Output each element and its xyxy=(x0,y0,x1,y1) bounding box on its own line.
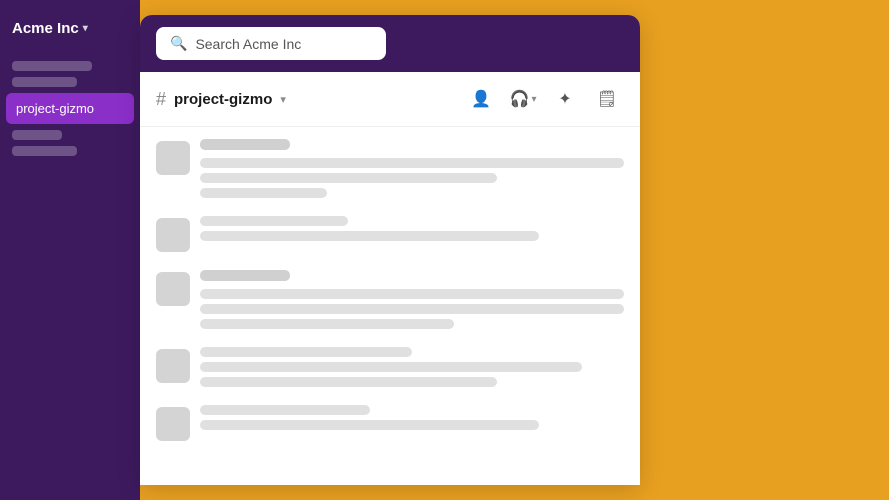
search-placeholder: Search Acme Inc xyxy=(195,36,301,52)
skeleton-line xyxy=(200,231,539,241)
avatar xyxy=(156,407,190,441)
skeleton-line xyxy=(200,188,327,198)
skeleton-name xyxy=(200,270,290,281)
skeleton-line xyxy=(200,158,624,168)
message-content xyxy=(200,347,624,387)
skeleton-line xyxy=(200,405,370,415)
skeleton-line xyxy=(200,319,454,329)
channel-hash-icon: # xyxy=(156,89,166,110)
skeleton-line xyxy=(200,420,539,430)
sparkle-button[interactable]: ✦ xyxy=(548,82,582,116)
skeleton-name xyxy=(200,139,290,150)
message-group xyxy=(156,216,624,252)
person-button[interactable]: 👤 xyxy=(464,82,498,116)
skeleton-line xyxy=(200,173,497,183)
avatar xyxy=(156,218,190,252)
channel-header: # project-gizmo ▾ 👤 🎧 ▾ ✦ 🗒 xyxy=(140,72,640,127)
sidebar-item-threads[interactable] xyxy=(12,77,77,87)
workspace-label: Acme Inc xyxy=(12,20,79,37)
channel-name: project-gizmo xyxy=(174,91,272,108)
sidebar-item-random[interactable] xyxy=(12,146,77,156)
search-input-wrap[interactable]: 🔍 Search Acme Inc xyxy=(156,27,386,60)
huddle-icon: 🎧 xyxy=(510,89,530,109)
skeleton-line xyxy=(200,347,412,357)
sidebar-item-project-gizmo[interactable]: project-gizmo xyxy=(6,93,134,124)
message-list[interactable] xyxy=(140,127,640,485)
sidebar: Acme Inc ▾ project-gizmo xyxy=(0,0,140,500)
huddle-chevron-icon: ▾ xyxy=(531,94,536,105)
skeleton-line xyxy=(200,304,624,314)
message-content xyxy=(200,405,624,430)
main-panel: 🔍 Search Acme Inc # project-gizmo ▾ 👤 🎧 … xyxy=(140,15,640,485)
canvas-icon: 🗒 xyxy=(597,89,617,109)
search-bar: 🔍 Search Acme Inc xyxy=(140,15,640,72)
sidebar-nav: project-gizmo xyxy=(0,49,140,168)
message-content xyxy=(200,270,624,329)
skeleton-line xyxy=(200,377,497,387)
person-icon: 👤 xyxy=(471,89,491,109)
message-content xyxy=(200,139,624,198)
avatar xyxy=(156,272,190,306)
message-group xyxy=(156,270,624,329)
huddle-button[interactable]: 🎧 ▾ xyxy=(506,82,540,116)
canvas-button[interactable]: 🗒 xyxy=(590,82,624,116)
skeleton-line xyxy=(200,289,624,299)
skeleton-line xyxy=(200,216,348,226)
workspace-name[interactable]: Acme Inc ▾ xyxy=(0,0,140,49)
workspace-chevron-icon: ▾ xyxy=(83,23,88,34)
sidebar-item-general[interactable] xyxy=(12,130,62,140)
message-group xyxy=(156,405,624,441)
avatar xyxy=(156,349,190,383)
skeleton-line xyxy=(200,362,582,372)
search-icon: 🔍 xyxy=(170,35,187,52)
message-group xyxy=(156,139,624,198)
channel-dropdown-icon[interactable]: ▾ xyxy=(280,93,286,106)
message-group xyxy=(156,347,624,387)
message-content xyxy=(200,216,624,241)
sidebar-item-messages[interactable] xyxy=(12,61,92,71)
sparkle-icon: ✦ xyxy=(558,89,571,109)
avatar xyxy=(156,141,190,175)
